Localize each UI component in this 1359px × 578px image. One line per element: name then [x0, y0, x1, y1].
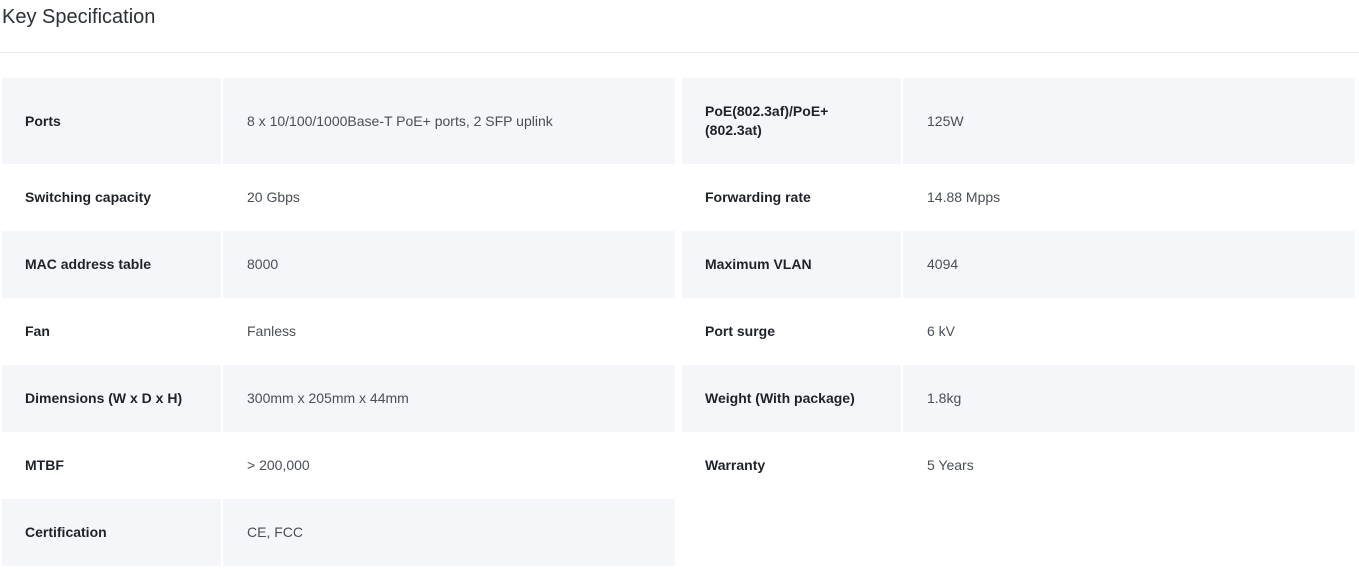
spec-value: 5 Years — [927, 457, 974, 473]
spec-value: CE, FCC — [223, 499, 675, 566]
spec-value: > 200,000 — [247, 457, 310, 473]
spec-label: Forwarding rate — [705, 189, 811, 205]
spec-table-left: Ports 8 x 10/100/1000Base-T PoE+ ports, … — [2, 78, 675, 566]
spec-value: 125W — [903, 78, 1355, 164]
spec-row-port-surge: Port surge 6 kV — [682, 298, 1355, 365]
spec-row-warranty: Warranty 5 Years — [682, 432, 1355, 499]
spec-label: Maximum VLAN — [682, 231, 901, 298]
spec-value: Fanless — [247, 323, 297, 339]
spec-value: 8000 — [223, 231, 675, 298]
spec-value: 4094 — [903, 231, 1355, 298]
spec-row-certification: Certification CE, FCC — [2, 499, 675, 566]
page-header: Key Specification — [0, 0, 1359, 53]
spec-label: Certification — [2, 499, 221, 566]
spec-label: Dimensions (W x D x H) — [2, 365, 221, 432]
spec-row-maximum-vlan: Maximum VLAN 4094 — [682, 231, 1355, 298]
spec-row-fan: Fan Fanless — [2, 298, 675, 365]
spec-row-mac-address-table: MAC address table 8000 — [2, 231, 675, 298]
spec-row-forwarding-rate: Forwarding rate 14.88 Mpps — [682, 164, 1355, 231]
spec-value: 20 Gbps — [247, 189, 300, 205]
spec-label: MTBF — [25, 457, 64, 473]
spec-label: Port surge — [705, 323, 776, 339]
spec-label: Weight (With package) — [682, 365, 901, 432]
spec-label: Ports — [2, 78, 221, 164]
spec-row-mtbf: MTBF > 200,000 — [2, 432, 675, 499]
spec-value: 6 kV — [927, 323, 956, 339]
spec-row-ports: Ports 8 x 10/100/1000Base-T PoE+ ports, … — [2, 78, 675, 164]
spec-row-switching-capacity: Switching capacity 20 Gbps — [2, 164, 675, 231]
spec-value: 1.8kg — [903, 365, 1355, 432]
spec-value: 300mm x 205mm x 44mm — [223, 365, 675, 432]
spec-row-weight: Weight (With package) 1.8kg — [682, 365, 1355, 432]
spec-label: Fan — [25, 323, 50, 339]
spec-label: MAC address table — [2, 231, 221, 298]
spec-value: 14.88 Mpps — [927, 189, 1001, 205]
spec-value: 8 x 10/100/1000Base-T PoE+ ports, 2 SFP … — [223, 78, 675, 164]
spec-label: PoE(802.3af)/PoE+ (802.3at) — [682, 78, 901, 164]
spec-row-poe: PoE(802.3af)/PoE+ (802.3at) 125W — [682, 78, 1355, 164]
spec-label: Warranty — [705, 457, 766, 473]
spec-table-right: PoE(802.3af)/PoE+ (802.3at) 125W Forward… — [682, 78, 1355, 499]
spec-label: Switching capacity — [25, 189, 152, 205]
spec-row-dimensions: Dimensions (W x D x H) 300mm x 205mm x 4… — [2, 365, 675, 432]
page-title: Key Specification — [2, 6, 156, 28]
